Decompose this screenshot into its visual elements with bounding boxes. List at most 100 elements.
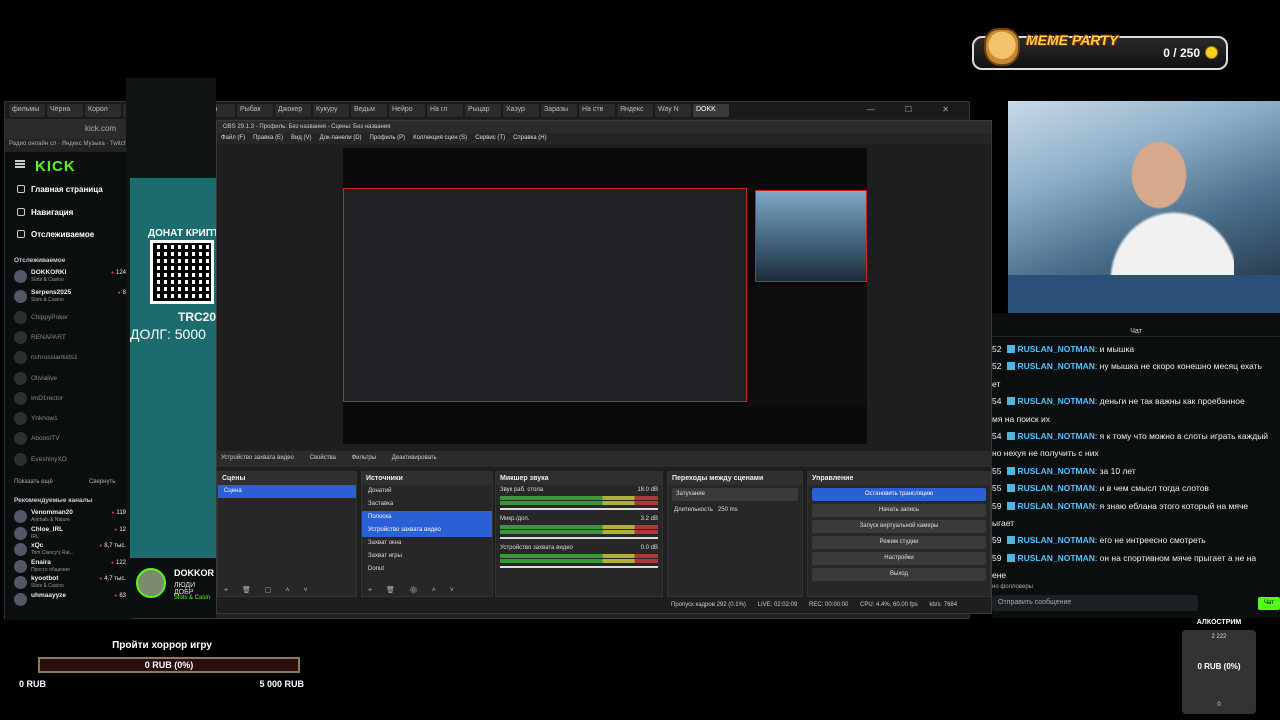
chat-input[interactable]: Отправить сообщение [992, 595, 1198, 611]
recommended-channel[interactable]: EnairaПросто общение 122 [14, 558, 126, 576]
chat-username[interactable]: RUSLAN_NOTMAN [1017, 535, 1094, 545]
nav-home[interactable]: Главная страница [17, 185, 103, 194]
browser-tab[interactable]: Заразы [541, 104, 577, 117]
obs-menu-item[interactable]: Док-панели (D) [320, 135, 362, 141]
following-channel[interactable]: EveshinyXO [14, 451, 126, 469]
duration-input[interactable]: 250 ms [718, 507, 738, 513]
menu-icon[interactable] [15, 160, 25, 168]
source-item[interactable]: Donut [362, 563, 492, 576]
following-channel[interactable]: Ynknow1 [14, 410, 126, 428]
show-more-link[interactable]: Показать ещё [14, 479, 53, 485]
start-record-button[interactable]: Начать запись [812, 504, 986, 517]
kick-logo[interactable]: KICK [35, 158, 76, 175]
following-channel[interactable]: richrussiankids1 [14, 349, 126, 367]
settings-button[interactable]: Настройки [812, 552, 986, 565]
preview-screen-capture [343, 188, 747, 402]
chat-username[interactable]: RUSLAN_NOTMAN [1017, 396, 1094, 406]
transition-select[interactable]: Затухание [672, 488, 798, 501]
obs-menu-item[interactable]: Вид (V) [291, 135, 312, 141]
deactivate-button[interactable]: Деактивировать [392, 455, 437, 461]
chat-username[interactable]: RUSLAN_NOTMAN [1017, 466, 1094, 476]
following-channel[interactable]: Serpens2025Slots & Casino 8 [14, 288, 126, 306]
exit-button[interactable]: Выход [812, 568, 986, 581]
mixer-channel: Устройство захвата видео 0.0 dB [496, 543, 662, 568]
source-item[interactable]: Полоска [362, 511, 492, 524]
source-item[interactable]: Захват окна [362, 537, 492, 550]
chat-username[interactable]: RUSLAN_NOTMAN [1017, 361, 1094, 371]
browser-tab[interactable]: фильмы [9, 104, 45, 117]
obs-preview[interactable] [343, 148, 867, 444]
channel-name: Ynknow1 [31, 415, 58, 423]
chat-username[interactable]: RUSLAN_NOTMAN [1017, 501, 1094, 511]
collapse-link[interactable]: Свернуть [89, 479, 115, 485]
browser-tab[interactable]: Чёрна [47, 104, 83, 117]
source-item[interactable]: Устройство захвата видео [362, 524, 492, 537]
channel-name: DOKKORKI [31, 269, 67, 276]
following-channel[interactable]: AboostTV [14, 430, 126, 448]
recommended-channel[interactable]: kyootbotSlots & Casino 4,7 тыс. [14, 574, 126, 592]
browser-tab[interactable]: Кукуру [313, 104, 349, 117]
virtual-camera-button[interactable]: Запуск виртуальной камеры [812, 520, 986, 533]
obs-menu-item[interactable]: Профиль (P) [370, 135, 406, 141]
scene-item[interactable]: Сцена [218, 485, 356, 498]
browser-tab[interactable]: Ведьм [351, 104, 387, 117]
browser-tab[interactable]: На ств [579, 104, 615, 117]
following-channel[interactable]: RENAPART [14, 329, 126, 347]
channel-name: uhmaayyze [31, 591, 67, 599]
chat-username[interactable]: RUSLAN_NOTMAN [1017, 483, 1094, 493]
source-item[interactable]: Заставка [362, 498, 492, 511]
browser-tab[interactable]: На гл [427, 104, 463, 117]
browser-tab[interactable]: Хазур [503, 104, 539, 117]
source-item[interactable]: Донатий [362, 485, 492, 498]
mixer-label: Микр./доп. 3.2 dB [496, 514, 662, 524]
recommended-channel[interactable]: uhmaayyze 83 [14, 591, 126, 609]
browser-tab[interactable]: Рыбак [237, 104, 273, 117]
nav-following[interactable]: Отслеживаемое [17, 230, 94, 239]
chat-username[interactable]: RUSLAN_NOTMAN [1017, 344, 1094, 354]
volume-slider[interactable] [500, 537, 658, 539]
sources-toolbar[interactable]: + 🗑 ⚙ ˄ ˅ [362, 584, 492, 596]
recommended-channel[interactable]: xQcTom Clancy's Rai... 8,7 тыс. [14, 541, 126, 559]
recommended-channel[interactable]: Chloe_IRLIRL 12 [14, 525, 126, 543]
chat-username[interactable]: RUSLAN_NOTMAN [1017, 431, 1094, 441]
chat-username[interactable]: RUSLAN_NOTMAN [1017, 553, 1094, 563]
chat-text: : за 10 лет [1094, 465, 1136, 476]
mixer-db: 0.0 dB [640, 545, 658, 551]
following-channel[interactable]: ChippyPoker [14, 309, 126, 327]
following-channel[interactable]: DOKKORKISlots & Casino 124 [14, 268, 126, 286]
channel-name[interactable]: DOKKOR [174, 568, 214, 578]
browser-tab[interactable]: Рыцар [465, 104, 501, 117]
properties-button[interactable]: Свойства [310, 455, 336, 461]
volume-slider[interactable] [500, 566, 658, 568]
scenes-toolbar[interactable]: + 🗑 ▢ ˄ ˅ [218, 584, 356, 596]
obs-menu-item[interactable]: Сервис (T) [475, 135, 505, 141]
window-controls[interactable]: — ☐ ✕ [867, 105, 963, 114]
obs-menu-item[interactable]: Файл (F) [221, 135, 245, 141]
obs-menu-item[interactable]: Коллекция сцен (S) [413, 135, 467, 141]
following-channel[interactable]: Olivialive [14, 370, 126, 388]
browser-tab[interactable]: Корол [85, 104, 121, 117]
obs-menu-item[interactable]: Справка (H) [513, 135, 547, 141]
chat-send-button[interactable]: Чат [1258, 597, 1280, 610]
browser-tab[interactable]: Джокер [275, 104, 311, 117]
channel-avatar [14, 576, 27, 589]
browser-tab[interactable]: Way N [655, 104, 691, 117]
studio-mode-button[interactable]: Режим студии [812, 536, 986, 549]
chat-text: : он на спортивном мяче прыгает а не на [1094, 552, 1257, 563]
obs-menu-item[interactable]: Правка (E) [253, 135, 283, 141]
browser-tab[interactable]: Нейро [389, 104, 425, 117]
followers-label: но фолловеры [992, 584, 1033, 590]
browser-tab[interactable]: Яндекс [617, 104, 653, 117]
recommended-channel[interactable]: Venomman20Animals & Nature 119 [14, 508, 126, 526]
filters-button[interactable]: Фильтры [352, 455, 376, 461]
browser-tab[interactable]: DOKK [693, 104, 729, 117]
nav-browse[interactable]: Навигация [17, 208, 73, 217]
following-channel[interactable]: ImD1rector [14, 390, 126, 408]
badge-icon [1007, 466, 1016, 475]
volume-slider[interactable] [500, 508, 658, 510]
stream-video[interactable]: ДОНАТ КРИПТ TRC20 ДОЛГ: 5000 [130, 178, 219, 558]
channel-avatar[interactable] [136, 568, 166, 598]
source-item[interactable]: Захват игры [362, 550, 492, 563]
stream-category[interactable]: Slots & Casin [174, 595, 210, 601]
stop-stream-button[interactable]: Остановить трансляцию [812, 488, 986, 501]
